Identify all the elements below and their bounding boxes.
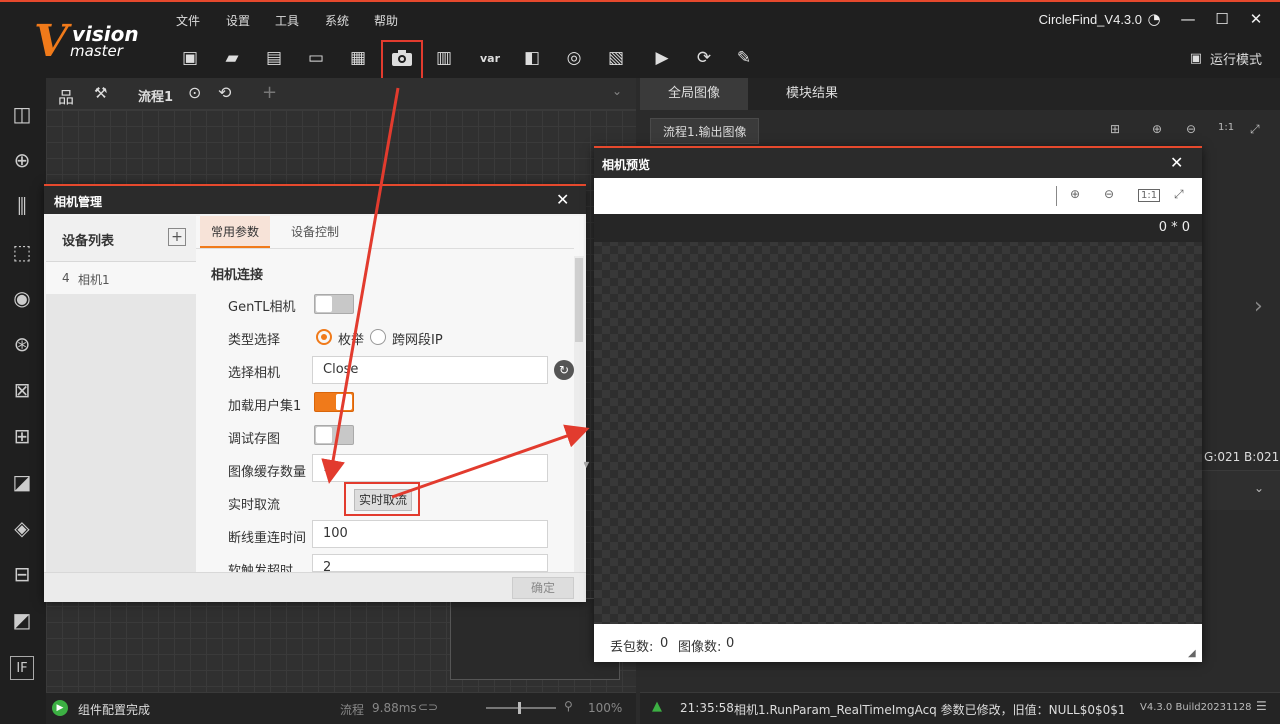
annotation-arrows bbox=[321, 87, 590, 499]
annotation-arrow-camera bbox=[321, 87, 400, 484]
annotation-arrow-preview bbox=[391, 424, 590, 499]
